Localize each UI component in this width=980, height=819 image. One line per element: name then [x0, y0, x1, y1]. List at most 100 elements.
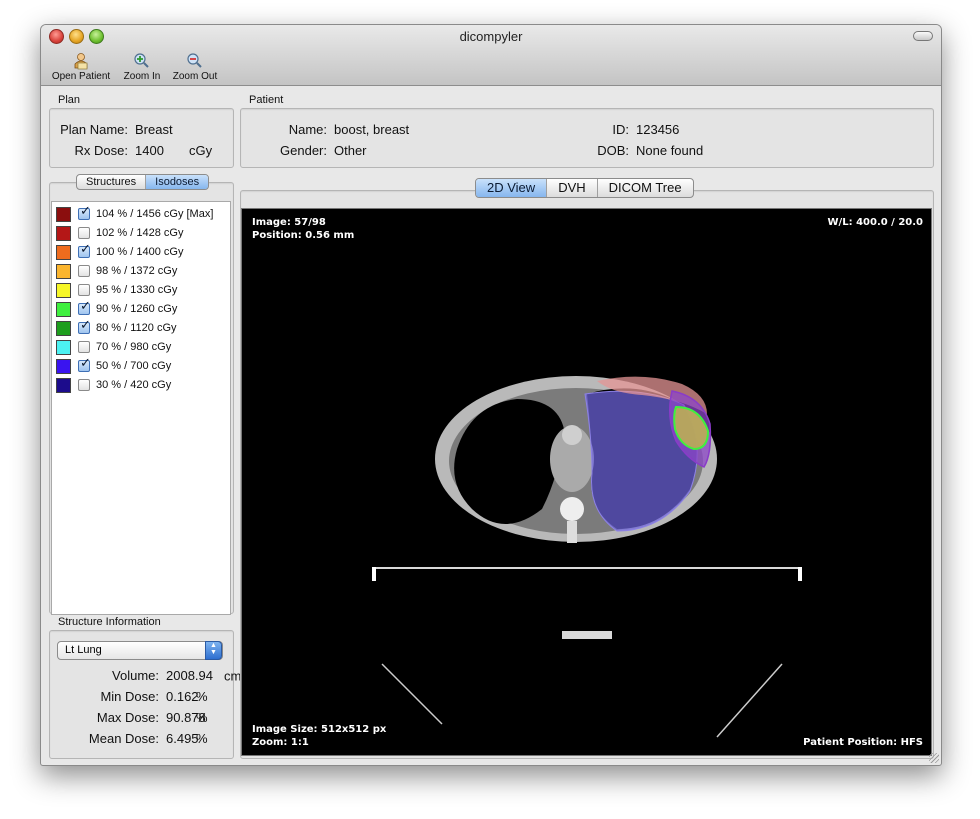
isodose-row[interactable]: 95 % / 1330 cGy [52, 281, 230, 300]
isodose-label: 30 % / 420 cGy [96, 379, 172, 391]
isodose-color-swatch [56, 207, 71, 222]
zoom-readout: Zoom: 1:1 [252, 737, 309, 748]
isodose-color-swatch [56, 245, 71, 260]
volume-value: 2008.94 [166, 668, 213, 683]
min-dose-unit: % [196, 689, 208, 704]
open-patient-button[interactable]: Open Patient [50, 52, 112, 82]
rx-dose-unit: cGy [189, 143, 213, 158]
isodose-color-swatch [56, 302, 71, 317]
structure-select-value: Lt Lung [65, 644, 102, 656]
tab-isodoses[interactable]: Isodoses [146, 175, 209, 189]
volume-label: Volume: [112, 668, 159, 683]
isodose-row[interactable]: 30 % / 420 cGy [52, 376, 230, 395]
isodose-row[interactable]: 70 % / 980 cGy [52, 338, 230, 357]
isodose-row[interactable]: 102 % / 1428 cGy [52, 224, 230, 243]
isodose-row[interactable]: ✓ 50 % / 700 cGy [52, 356, 230, 376]
plan-name-label: Plan Name: [60, 122, 128, 137]
patient-dob-value: None found [636, 143, 704, 158]
patient-id-label: ID: [612, 122, 629, 137]
isodose-checkbox[interactable] [78, 341, 90, 353]
view-tab-control: 2D View DVH DICOM Tree [475, 178, 694, 198]
ct-artifact-right [716, 663, 783, 738]
isodose-label: 104 % / 1456 cGy [Max] [96, 208, 214, 220]
window-level-readout: W/L: 400.0 / 20.0 [827, 217, 923, 228]
max-dose-label: Max Dose: [96, 710, 159, 725]
ct-spinous-process [567, 521, 577, 543]
checkmark-icon: ✓ [80, 317, 91, 332]
resize-grip[interactable] [929, 753, 939, 763]
isodose-label: 50 % / 700 cGy [96, 360, 172, 372]
ct-vertebra [560, 497, 584, 521]
patient-gender-value: Other [334, 143, 367, 158]
mean-dose-unit: % [196, 731, 208, 746]
patient-panel: Name: boost, breast Gender: Other ID: 12… [240, 108, 934, 168]
rx-dose-value: 1400 [135, 143, 164, 158]
isodose-checkbox[interactable]: ✓ [78, 299, 91, 315]
ct-artifact-left [381, 663, 443, 725]
select-arrows-icon: ▲ ▼ [205, 641, 222, 660]
isodose-label: 98 % / 1372 cGy [96, 265, 178, 277]
structure-info-label: Structure Information [58, 616, 161, 628]
ct-table-block [562, 631, 612, 639]
zoom-out-button[interactable]: Zoom Out [171, 52, 219, 82]
image-size-readout: Image Size: 512x512 px [252, 724, 387, 735]
structure-select[interactable]: Lt Lung ▲ ▼ [57, 641, 223, 660]
patient-dob-label: DOB: [597, 143, 629, 158]
patient-gender-label: Gender: [280, 143, 327, 158]
tab-dicom-tree[interactable]: DICOM Tree [598, 179, 693, 197]
plan-panel: Plan Name: Breast Rx Dose: 1400 cGy [49, 108, 234, 168]
patient-name-label: Name: [288, 122, 327, 137]
isodose-list: ✓ 104 % / 1456 cGy [Max] 102 % / 1428 cGy ✓… [51, 201, 231, 615]
isodose-row[interactable]: ✓ 90 % / 1260 cGy [52, 299, 230, 319]
zoom-in-button[interactable]: Zoom In [120, 52, 164, 82]
isodose-checkbox[interactable]: ✓ [78, 242, 91, 258]
isodose-color-swatch [56, 378, 71, 393]
rx-dose-label: Rx Dose: [74, 143, 128, 158]
isodose-row[interactable]: ✓ 100 % / 1400 cGy [52, 242, 230, 262]
tab-structures[interactable]: Structures [77, 175, 147, 189]
ct-slice-image [372, 376, 802, 738]
image-viewer[interactable]: Image: 57/98 Position: 0.56 mm W/L: 400.… [241, 208, 932, 756]
isodose-checkbox[interactable] [78, 227, 90, 239]
toolbar-toggle-button[interactable] [913, 31, 933, 41]
zoom-out-label: Zoom Out [172, 71, 218, 82]
isodose-checkbox[interactable]: ✓ [78, 204, 91, 220]
isodose-checkbox[interactable]: ✓ [78, 318, 91, 334]
isodose-color-swatch [56, 226, 71, 241]
max-dose-unit: % [196, 710, 208, 725]
min-dose-value: 0.162 [166, 689, 199, 704]
patient-id-value: 123456 [636, 122, 680, 137]
isodose-color-swatch [56, 340, 71, 355]
isodose-row[interactable]: ✓ 104 % / 1456 cGy [Max] [52, 204, 230, 224]
isodose-label: 80 % / 1120 cGy [96, 322, 177, 334]
position-readout: Position: 0.56 mm [252, 230, 355, 241]
isodose-checkbox[interactable] [78, 379, 90, 391]
isodose-row[interactable]: 98 % / 1372 cGy [52, 262, 230, 281]
isodose-checkbox[interactable]: ✓ [78, 356, 91, 372]
title-bar: dicompyler Open Patient Zoom In Zoom Out [41, 25, 941, 86]
isodose-color-swatch [56, 321, 71, 336]
mean-dose-value: 6.495 [166, 731, 199, 746]
isodose-row[interactable]: ✓ 80 % / 1120 cGy [52, 318, 230, 338]
patient-position-readout: Patient Position: HFS [803, 737, 923, 748]
patient-name-value: boost, breast [334, 122, 410, 137]
volume-unit-base: cm [224, 668, 242, 684]
plan-section-label: Plan [58, 94, 81, 106]
isodose-color-swatch [56, 359, 71, 374]
ct-table-edge-right [798, 567, 802, 581]
tab-2d-view[interactable]: 2D View [476, 179, 548, 197]
ct-table-edge-left [372, 567, 376, 581]
isodose-label: 95 % / 1330 cGy [96, 284, 178, 296]
min-dose-label: Min Dose: [100, 689, 159, 704]
ct-aorta [562, 425, 582, 445]
plan-name-value: Breast [135, 122, 173, 137]
tab-dvh[interactable]: DVH [547, 179, 598, 197]
checkmark-icon: ✓ [80, 203, 91, 218]
app-window: dicompyler Open Patient Zoom In Zoom Out… [40, 24, 942, 766]
zoom-in-icon [120, 52, 164, 70]
zoom-out-icon [171, 52, 219, 70]
isodose-checkbox[interactable] [78, 284, 90, 296]
ct-table-line [372, 567, 802, 569]
isodose-checkbox[interactable] [78, 265, 90, 277]
isodose-label: 102 % / 1428 cGy [96, 227, 184, 239]
